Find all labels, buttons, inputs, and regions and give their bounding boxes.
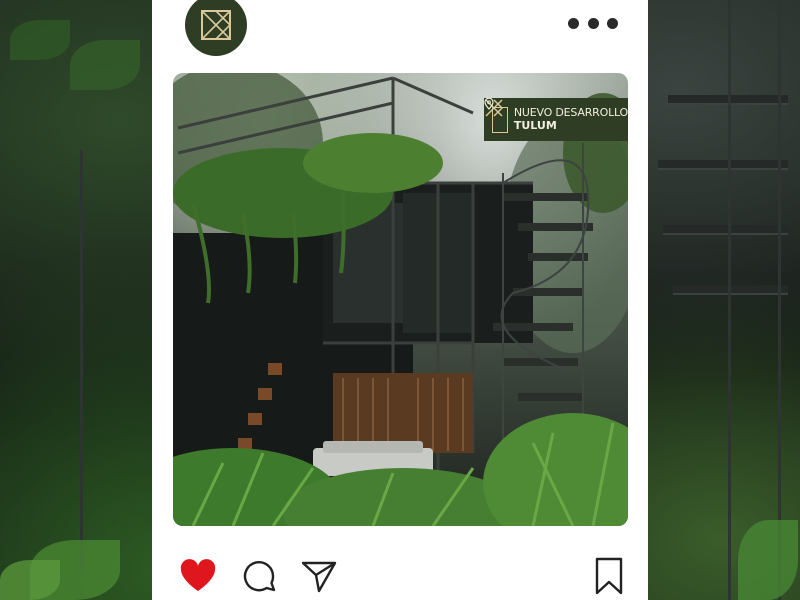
- badge-location: TULUM: [484, 98, 628, 132]
- comment-button[interactable]: [240, 556, 280, 596]
- background-stair-step: [658, 160, 788, 170]
- location-pin-icon: [484, 98, 494, 110]
- background-foliage: [0, 560, 60, 600]
- background-rail: [778, 0, 781, 600]
- background-column: [80, 150, 83, 570]
- badge-logo-icon: [485, 99, 508, 133]
- like-button[interactable]: [178, 556, 218, 596]
- bookmark-icon: [595, 557, 623, 595]
- background-right-blur: [648, 0, 800, 600]
- more-options-icon: [568, 17, 579, 29]
- share-button[interactable]: [298, 556, 340, 596]
- more-options-button[interactable]: [568, 17, 618, 29]
- badge-location-text: TULUM: [513, 118, 557, 132]
- background-foliage: [10, 20, 70, 60]
- comment-icon: [243, 560, 276, 592]
- background-stair-step: [663, 225, 788, 235]
- post-card: NUEVO DESARROLLO TULUM: [152, 0, 648, 600]
- brand-avatar[interactable]: [185, 0, 247, 56]
- brand-logo-icon: [201, 10, 232, 40]
- more-options-icon: [587, 17, 599, 29]
- background-left-blur: [0, 0, 152, 600]
- send-icon: [301, 561, 337, 593]
- save-button[interactable]: [594, 556, 624, 596]
- post-actions: [178, 556, 624, 596]
- badge-title: NUEVO DESARROLLO: [513, 106, 628, 120]
- background-foliage: [738, 520, 798, 600]
- more-options-icon: [607, 17, 618, 29]
- location-badge: NUEVO DESARROLLO TULUM: [484, 98, 628, 141]
- post-image[interactable]: NUEVO DESARROLLO TULUM: [173, 73, 628, 526]
- background-foliage: [70, 40, 140, 90]
- background-rail: [728, 0, 731, 600]
- heart-icon: [180, 559, 216, 591]
